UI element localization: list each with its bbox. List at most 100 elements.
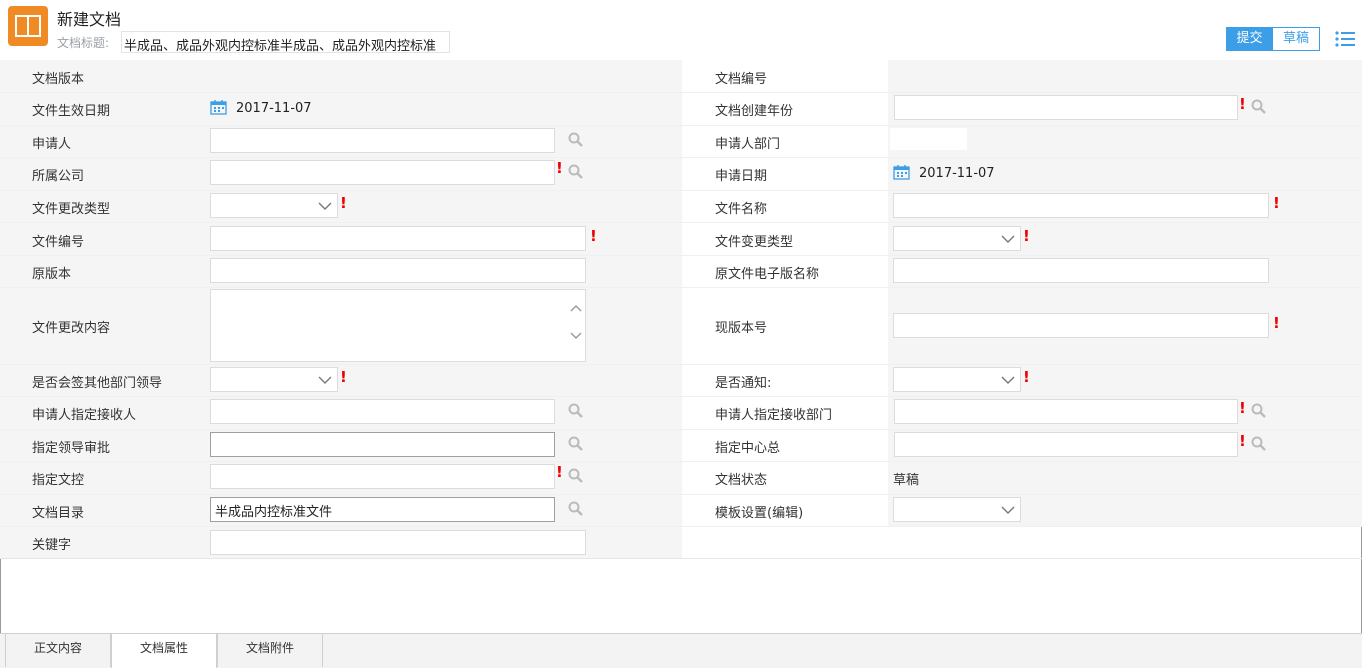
template-label: 模板设置(编辑): [715, 506, 804, 521]
current-version-input[interactable]: [893, 313, 1269, 338]
required-mark: !: [1023, 368, 1030, 386]
applicant-input[interactable]: [210, 128, 555, 153]
change-type-label: 文件更改类型: [32, 202, 111, 217]
search-icon[interactable]: [568, 468, 583, 487]
search-icon[interactable]: [568, 164, 583, 183]
row-divider: [0, 429, 1362, 430]
applicant-dept-label: 申请人部门: [715, 137, 781, 152]
effective-date-label: 文件生效日期: [32, 104, 111, 119]
document-app-icon: [8, 6, 48, 46]
search-icon[interactable]: [1251, 436, 1266, 455]
required-mark: !: [1239, 399, 1246, 417]
search-icon[interactable]: [568, 132, 583, 151]
keywords-input[interactable]: [210, 530, 586, 555]
scroll-arrows-icon[interactable]: [569, 302, 583, 346]
orig-version-input[interactable]: [210, 258, 586, 283]
create-year-label: 文档创建年份: [715, 104, 794, 119]
required-mark: !: [556, 159, 563, 177]
applicant-label: 申请人: [32, 137, 72, 152]
file-number-label: 文件编号: [32, 235, 85, 250]
change-type-select[interactable]: [210, 193, 338, 218]
leader-approval-label: 指定领导审批: [32, 441, 111, 456]
company-input[interactable]: [210, 160, 555, 185]
effective-date-value[interactable]: 2017-11-07: [236, 101, 312, 116]
search-icon[interactable]: [1251, 403, 1266, 422]
chevron-down-icon: [1000, 374, 1016, 390]
header: 新建文档 文档标题: 半成品、成品外观内控标准半成品、成品外观内控标准 提交 草…: [0, 0, 1362, 60]
receiver-label: 申请人指定接收人: [32, 408, 137, 423]
file-name-label: 文件名称: [715, 202, 768, 217]
file-number-input[interactable]: [210, 226, 586, 251]
required-mark: !: [1023, 227, 1030, 245]
doc-dir-input[interactable]: 半成品内控标准文件: [210, 497, 555, 522]
keywords-label: 关键字: [32, 538, 72, 553]
submit-button[interactable]: 提交: [1226, 27, 1273, 51]
countersign-select[interactable]: [210, 367, 338, 392]
center-head-input[interactable]: [894, 432, 1238, 457]
orig-file-name-input[interactable]: [893, 258, 1269, 283]
template-select[interactable]: [893, 497, 1021, 522]
required-mark: !: [340, 368, 347, 386]
left-label-column: [0, 60, 206, 558]
row-divider: [0, 461, 1362, 462]
search-icon[interactable]: [568, 501, 583, 520]
file-change-type-select[interactable]: [893, 226, 1021, 251]
doc-title-input[interactable]: 半成品、成品外观内控标准半成品、成品外观内控标准: [121, 31, 450, 53]
chevron-down-icon: [317, 200, 333, 216]
calendar-icon[interactable]: [893, 164, 910, 184]
draft-button[interactable]: 草稿: [1273, 27, 1320, 51]
applicant-dept-value: [890, 128, 967, 150]
calendar-icon[interactable]: [210, 99, 227, 119]
row-divider: [0, 396, 1362, 397]
orig-file-name-label: 原文件电子版名称: [715, 267, 820, 282]
receiver-input[interactable]: [210, 399, 555, 424]
current-version-label: 现版本号: [715, 321, 768, 336]
doc-status-label: 文档状态: [715, 473, 768, 488]
bottom-tab-bar: 正文内容 文档属性 文档附件: [0, 633, 1362, 668]
row-divider: [0, 255, 1362, 256]
orig-version-label: 原版本: [32, 267, 72, 282]
receiver-dept-input[interactable]: [894, 399, 1238, 424]
chevron-down-icon: [1000, 504, 1016, 520]
file-change-type-label: 文件变更类型: [715, 235, 794, 250]
search-icon[interactable]: [568, 436, 583, 455]
center-head-label: 指定中心总: [715, 441, 781, 456]
chevron-down-icon: [1000, 233, 1016, 249]
row-divider: [0, 526, 1362, 527]
required-mark: !: [1273, 314, 1280, 332]
doc-number-label: 文档编号: [715, 72, 768, 87]
create-year-input[interactable]: [894, 95, 1238, 120]
row-divider: [0, 494, 1362, 495]
row-divider: [0, 157, 1362, 158]
right-label-column: [682, 60, 888, 527]
required-mark: !: [340, 194, 347, 212]
doc-control-label: 指定文控: [32, 473, 85, 488]
required-mark: !: [1239, 432, 1246, 450]
search-icon[interactable]: [568, 403, 583, 422]
required-mark: !: [556, 463, 563, 481]
row-divider: [0, 287, 1362, 288]
file-name-input[interactable]: [893, 193, 1269, 218]
row-divider: [0, 364, 1362, 365]
list-menu-icon[interactable]: [1335, 30, 1355, 52]
required-mark: !: [1239, 95, 1246, 113]
action-buttons: 提交 草稿: [1226, 27, 1320, 51]
row-divider: [0, 222, 1362, 223]
row-divider: [0, 92, 1362, 93]
apply-date-value[interactable]: 2017-11-07: [919, 166, 995, 181]
change-content-label: 文件更改内容: [32, 321, 111, 336]
search-icon[interactable]: [1251, 99, 1266, 118]
required-mark: !: [1273, 194, 1280, 212]
tab-doc-properties[interactable]: 文档属性: [111, 634, 217, 668]
change-content-textarea[interactable]: [210, 289, 586, 362]
leader-approval-input[interactable]: [210, 432, 555, 457]
company-label: 所属公司: [32, 169, 85, 184]
countersign-label: 是否会签其他部门领导: [32, 376, 163, 391]
doc-control-input[interactable]: [210, 464, 555, 489]
notify-select[interactable]: [893, 367, 1021, 392]
tab-body-content[interactable]: 正文内容: [5, 634, 111, 667]
tab-doc-attachments[interactable]: 文档附件: [217, 634, 323, 667]
doc-dir-label: 文档目录: [32, 506, 85, 521]
notify-label: 是否通知:: [715, 376, 772, 391]
doc-title-label: 文档标题:: [57, 36, 110, 50]
